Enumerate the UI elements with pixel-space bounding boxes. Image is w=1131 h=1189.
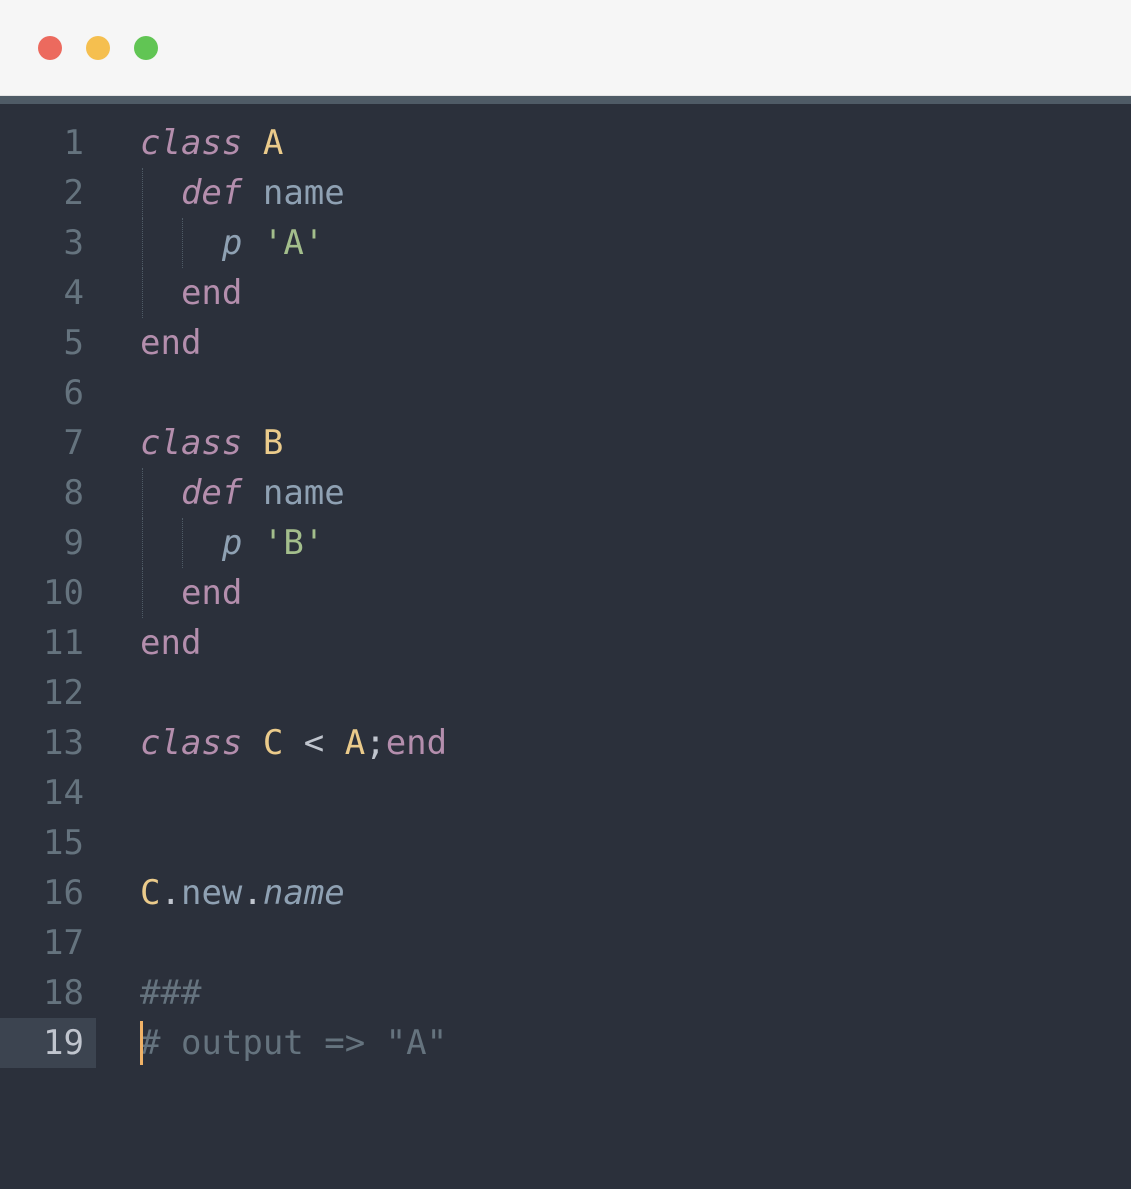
code-line[interactable]: def name xyxy=(140,168,1131,218)
token-kw-end: end xyxy=(386,723,447,763)
code-line[interactable]: end xyxy=(140,318,1131,368)
token-comment: ### xyxy=(140,973,201,1013)
code-line[interactable]: class B xyxy=(140,418,1131,468)
code-line[interactable]: class A xyxy=(140,118,1131,168)
code-line[interactable]: p 'A' xyxy=(140,218,1131,268)
token-kw-def: def xyxy=(181,173,263,213)
token-kw-end: end xyxy=(140,323,201,363)
token-str: 'A' xyxy=(263,223,324,263)
window: 12345678910111213141516171819 class A de… xyxy=(0,0,1131,1189)
token-str: 'B' xyxy=(263,523,324,563)
token-kw-end: end xyxy=(181,273,242,313)
token-const: C xyxy=(140,873,160,913)
maximize-icon[interactable] xyxy=(134,36,158,60)
token-white xyxy=(140,273,181,313)
line-number: 6 xyxy=(0,368,96,418)
code-line[interactable]: end xyxy=(140,568,1131,618)
line-number: 12 xyxy=(0,668,96,718)
token-white xyxy=(140,573,181,613)
code-line[interactable]: class C < A;end xyxy=(140,718,1131,768)
close-icon[interactable] xyxy=(38,36,62,60)
code-line[interactable]: end xyxy=(140,618,1131,668)
token-kw-class: class xyxy=(140,123,263,163)
line-number: 3 xyxy=(0,218,96,268)
token-op: < xyxy=(304,723,345,763)
code-line[interactable] xyxy=(140,668,1131,718)
code-area[interactable]: class A def name p 'A' end end class B def… xyxy=(110,118,1131,1189)
token-func: p xyxy=(222,523,263,563)
code-line[interactable] xyxy=(140,818,1131,868)
token-op: ; xyxy=(365,723,385,763)
code-line[interactable]: ### xyxy=(140,968,1131,1018)
code-line[interactable] xyxy=(140,368,1131,418)
line-number: 7 xyxy=(0,418,96,468)
token-ident: name xyxy=(263,473,345,513)
line-number: 4 xyxy=(0,268,96,318)
token-kw-class: class xyxy=(140,423,263,463)
line-number-gutter: 12345678910111213141516171819 xyxy=(0,118,110,1189)
line-number: 14 xyxy=(0,768,96,818)
minimize-icon[interactable] xyxy=(86,36,110,60)
token-const: C xyxy=(263,723,304,763)
line-number: 13 xyxy=(0,718,96,768)
token-white xyxy=(140,523,222,563)
token-ident: name xyxy=(263,173,345,213)
token-func: p xyxy=(222,223,263,263)
token-punct: . xyxy=(160,873,180,913)
token-white xyxy=(140,173,181,213)
token-ident: new xyxy=(181,873,242,913)
code-editor: 12345678910111213141516171819 class A de… xyxy=(0,104,1131,1189)
line-number: 1 xyxy=(0,118,96,168)
line-number: 15 xyxy=(0,818,96,868)
line-number: 19 xyxy=(0,1018,96,1068)
code-line[interactable]: def name xyxy=(140,468,1131,518)
token-white xyxy=(140,473,181,513)
line-number: 17 xyxy=(0,918,96,968)
code-line[interactable]: p 'B' xyxy=(140,518,1131,568)
line-number: 2 xyxy=(0,168,96,218)
token-const: A xyxy=(263,123,283,163)
titlebar xyxy=(0,0,1131,96)
line-number: 9 xyxy=(0,518,96,568)
text-cursor xyxy=(140,1021,143,1065)
line-number: 16 xyxy=(0,868,96,918)
token-kw-def: def xyxy=(181,473,263,513)
line-number: 8 xyxy=(0,468,96,518)
token-const: B xyxy=(263,423,283,463)
code-line[interactable]: end xyxy=(140,268,1131,318)
tab-strip xyxy=(0,96,1131,104)
code-line[interactable] xyxy=(140,918,1131,968)
line-number: 18 xyxy=(0,968,96,1018)
token-kw-class: class xyxy=(140,723,263,763)
code-line[interactable] xyxy=(140,768,1131,818)
line-number: 11 xyxy=(0,618,96,668)
token-method-i: name xyxy=(263,873,345,913)
token-kw-end: end xyxy=(140,623,201,663)
line-number: 10 xyxy=(0,568,96,618)
token-white xyxy=(140,223,222,263)
token-punct: . xyxy=(242,873,262,913)
token-comment: # output => "A" xyxy=(140,1023,447,1063)
token-const: A xyxy=(345,723,365,763)
line-number: 5 xyxy=(0,318,96,368)
code-line[interactable]: # output => "A" xyxy=(140,1018,1131,1068)
code-line[interactable]: C.new.name xyxy=(140,868,1131,918)
token-kw-end: end xyxy=(181,573,242,613)
